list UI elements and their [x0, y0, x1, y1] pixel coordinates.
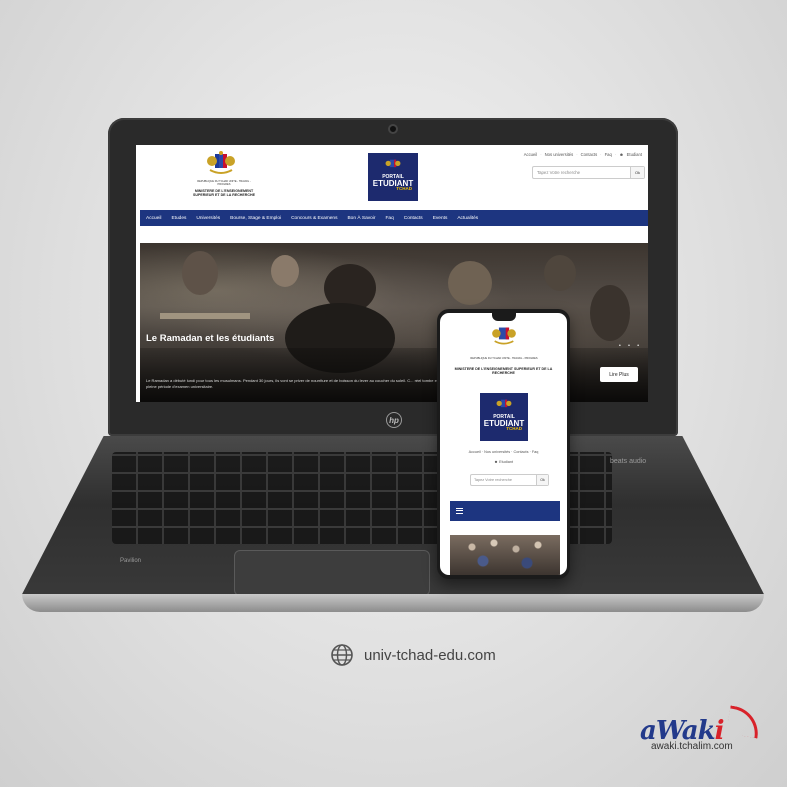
nav-item-etudes[interactable]: Etudes: [171, 216, 186, 221]
hp-logo: hp: [386, 412, 402, 428]
mobile-nav-bar[interactable]: [450, 501, 560, 521]
mobile-portal-logo[interactable]: PORTAIL ETUDIANT TCHAD: [480, 393, 528, 441]
phone-notch: [492, 313, 516, 321]
mobile-ministry-title: MINISTERE DE L'ENSEIGNEMENT SUPERIEUR ET…: [454, 367, 553, 376]
laptop-model-label: Pavilion: [120, 558, 142, 564]
top-link-faq[interactable]: Faq: [605, 152, 612, 157]
portal-emblem-icon: [385, 159, 401, 168]
hero-caption-overlay: [140, 348, 648, 402]
top-link-etudiant[interactable]: Etudiant: [627, 152, 642, 157]
search-button[interactable]: Ok: [630, 167, 644, 178]
phone-screen: REPUBLIQUE DU TCHAD UNITE - TRAVAIL - PR…: [440, 313, 567, 575]
republic-label: REPUBLIQUE DU TCHAD UNITE - TRAVAIL - PR…: [197, 180, 251, 187]
portal-logo[interactable]: PORTAIL ETUDIANT TCHAD: [368, 153, 418, 201]
mobile-student-label: Etudiant: [499, 460, 513, 464]
portal-emblem-icon: [496, 399, 512, 408]
read-more-button[interactable]: Lire Plus: [600, 367, 638, 382]
site-url-row: univ-tchad-edu.com: [330, 643, 496, 667]
mobile-top-links[interactable]: Accueil · Nos universités · Contacts · F…: [440, 450, 567, 454]
awaki-swoosh-icon: [725, 705, 763, 739]
user-icon: ☻: [619, 152, 624, 157]
nav-item-actualites[interactable]: Actualités: [457, 216, 478, 221]
site-url[interactable]: univ-tchad-edu.com: [364, 647, 496, 664]
nav-item-universites[interactable]: Universités: [196, 216, 220, 221]
touchpad: [234, 550, 430, 596]
mobile-hero-photo: [450, 535, 560, 575]
nav-item-bourse[interactable]: Bourse, Stage & Emploi: [230, 216, 281, 221]
top-link-contacts[interactable]: Contacts: [581, 152, 598, 157]
chad-emblem-icon: [207, 151, 235, 174]
smartphone: REPUBLIQUE DU TCHAD UNITE - TRAVAIL - PR…: [437, 309, 570, 579]
webcam-icon: [388, 124, 398, 134]
mobile-student-link[interactable]: ☻ Etudiant: [440, 460, 567, 464]
hero-text: Le Ramadan a débuté lundi pour tous les …: [146, 378, 440, 390]
portal-line3: TCHAD: [396, 186, 412, 192]
nav-item-accueil[interactable]: Accueil: [146, 216, 161, 221]
ministry-title: MINISTERE DE L'ENSEIGNEMENT SUPERIEUR ET…: [193, 189, 255, 198]
top-link-accueil[interactable]: Accueil: [524, 152, 538, 157]
awaki-url: awaki.tchalim.com: [651, 741, 733, 752]
mobile-search-placeholder: Tapez Votre recherche: [474, 478, 512, 482]
nav-item-bon-a-savoir[interactable]: Bon À Savoir: [347, 216, 375, 221]
hero-slider: Le Ramadan et les étudiants Le Ramadan a…: [140, 243, 648, 402]
mobile-search-input[interactable]: Tapez Votre recherche Ok: [470, 474, 549, 486]
speaker-label: beats audio: [610, 458, 647, 465]
search-placeholder: Tapez Votre recherche: [537, 170, 580, 175]
search-input[interactable]: Tapez Votre recherche Ok: [532, 166, 645, 179]
nav-item-faq[interactable]: Faq: [385, 216, 393, 221]
mobile-search-button[interactable]: Ok: [536, 475, 548, 485]
mobile-republic-label: REPUBLIQUE DU TCHAD UNITE - TRAVAIL - PR…: [470, 357, 538, 360]
slider-dots[interactable]: • • •: [619, 343, 642, 349]
nav-item-events[interactable]: Events: [433, 216, 448, 221]
top-links: Accueil · Nos universités · Contacts · Faq ·…: [523, 152, 642, 157]
user-icon: ☻: [494, 460, 498, 464]
nav-item-contacts[interactable]: Contacts: [404, 216, 423, 221]
mobile-portal-line3: TCHAD: [506, 426, 522, 432]
hamburger-menu-icon[interactable]: [456, 508, 463, 514]
laptop-base-lip: [22, 594, 764, 612]
main-nav: Accueil Etudes Universités Bourse, Stage…: [140, 210, 648, 226]
hero-title[interactable]: Le Ramadan et les étudiants: [146, 333, 274, 344]
globe-icon: [331, 644, 353, 666]
laptop-screen: REPUBLIQUE DU TCHAD UNITE - TRAVAIL - PR…: [136, 145, 648, 402]
top-link-universites[interactable]: Nos universités: [545, 152, 574, 157]
site-header: REPUBLIQUE DU TCHAD UNITE - TRAVAIL - PR…: [136, 145, 648, 207]
nav-item-concours[interactable]: Concours & Examens: [291, 216, 337, 221]
chad-emblem-icon: [492, 327, 516, 345]
